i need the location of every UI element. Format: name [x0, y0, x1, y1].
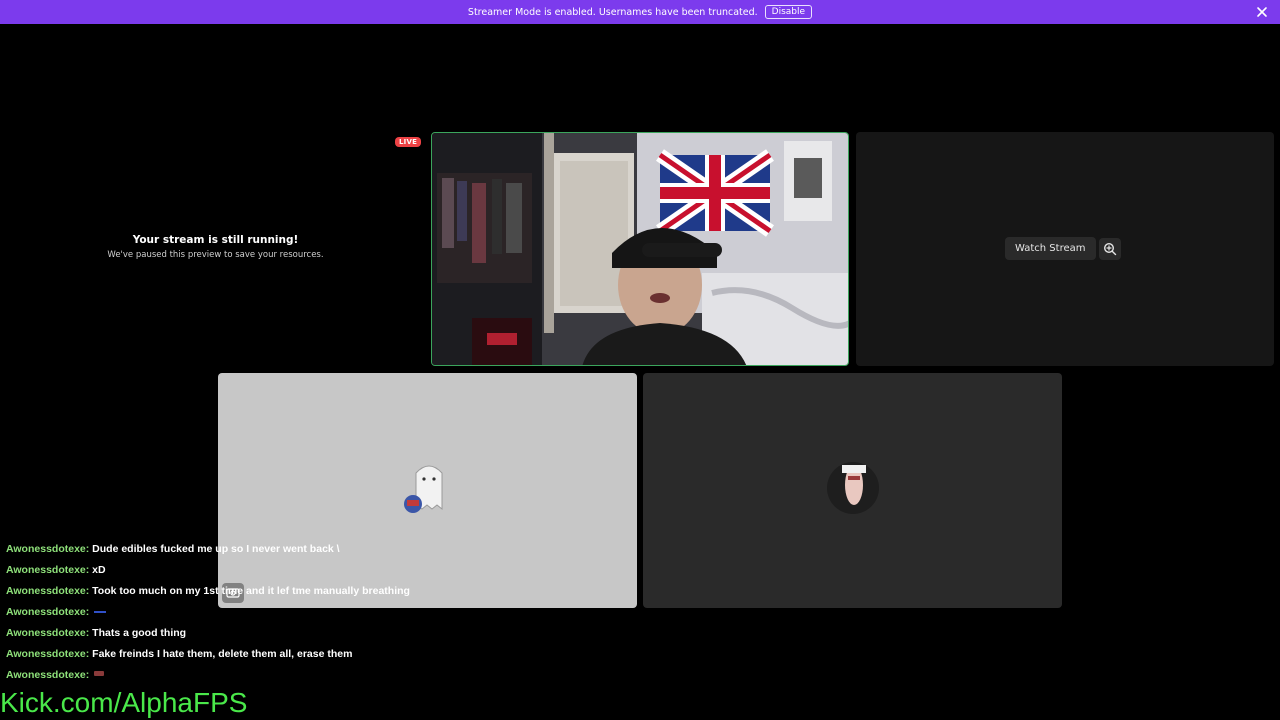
watch-stream-button[interactable]: Watch Stream	[1005, 237, 1096, 260]
paused-title: Your stream is still running!	[132, 234, 299, 246]
small-emote-icon	[92, 668, 106, 682]
stream-preview-tile[interactable]: Watch Stream	[856, 132, 1274, 366]
zoom-plus-icon[interactable]	[1099, 238, 1121, 260]
webcam-video	[432, 133, 848, 365]
chat-username: Awonessdotexe:	[6, 543, 90, 555]
webcam-tile-speaking[interactable]	[431, 132, 849, 366]
user-avatar-icon	[827, 462, 879, 514]
chat-text: xD	[92, 564, 106, 576]
chat-text: Thats a good thing	[92, 627, 187, 639]
chat-message: Awonessdotexe: Thats a good thing	[6, 626, 706, 647]
chat-text: Fake freinds I hate them, delete them al…	[92, 648, 353, 660]
small-emote-icon	[92, 605, 108, 619]
chat-message: Awonessdotexe:	[6, 605, 706, 626]
chat-username: Awonessdotexe:	[6, 627, 90, 639]
chat-username: Awonessdotexe:	[6, 564, 90, 576]
chat-message: Awonessdotexe: Took too much on my 1st t…	[6, 584, 706, 605]
chat-text: Dude edibles fucked me up so I never wen…	[92, 543, 340, 555]
chat-message: Awonessdotexe: xD	[6, 563, 706, 584]
chat-message: Awonessdotexe: Fake freinds I hate them,…	[6, 647, 706, 668]
live-badge: LIVE	[395, 137, 422, 147]
paused-subtitle: We've paused this preview to save your r…	[107, 250, 324, 260]
ghost-avatar-icon	[404, 465, 443, 513]
chat-message: Awonessdotexe: Dude edibles fucked me up…	[6, 542, 706, 563]
paused-preview: Your stream is still running! We've paus…	[0, 234, 431, 260]
chat-username: Awonessdotexe:	[6, 669, 90, 681]
kick-channel-link: Kick.com/AlphaFPS	[0, 687, 248, 718]
banner-message: Streamer Mode is enabled. Usernames have…	[467, 6, 758, 18]
disable-streamer-mode-button[interactable]: Disable	[764, 5, 813, 19]
streamer-mode-banner: Streamer Mode is enabled. Usernames have…	[0, 0, 1280, 24]
chat-text: Took too much on my 1st time and it lef …	[92, 585, 410, 597]
chat-username: Awonessdotexe:	[6, 648, 90, 660]
chat-overlay: Awonessdotexe: Dude edibles fucked me up…	[6, 542, 706, 689]
close-icon[interactable]	[1254, 4, 1270, 20]
chat-username: Awonessdotexe:	[6, 606, 90, 618]
chat-username: Awonessdotexe:	[6, 585, 90, 597]
